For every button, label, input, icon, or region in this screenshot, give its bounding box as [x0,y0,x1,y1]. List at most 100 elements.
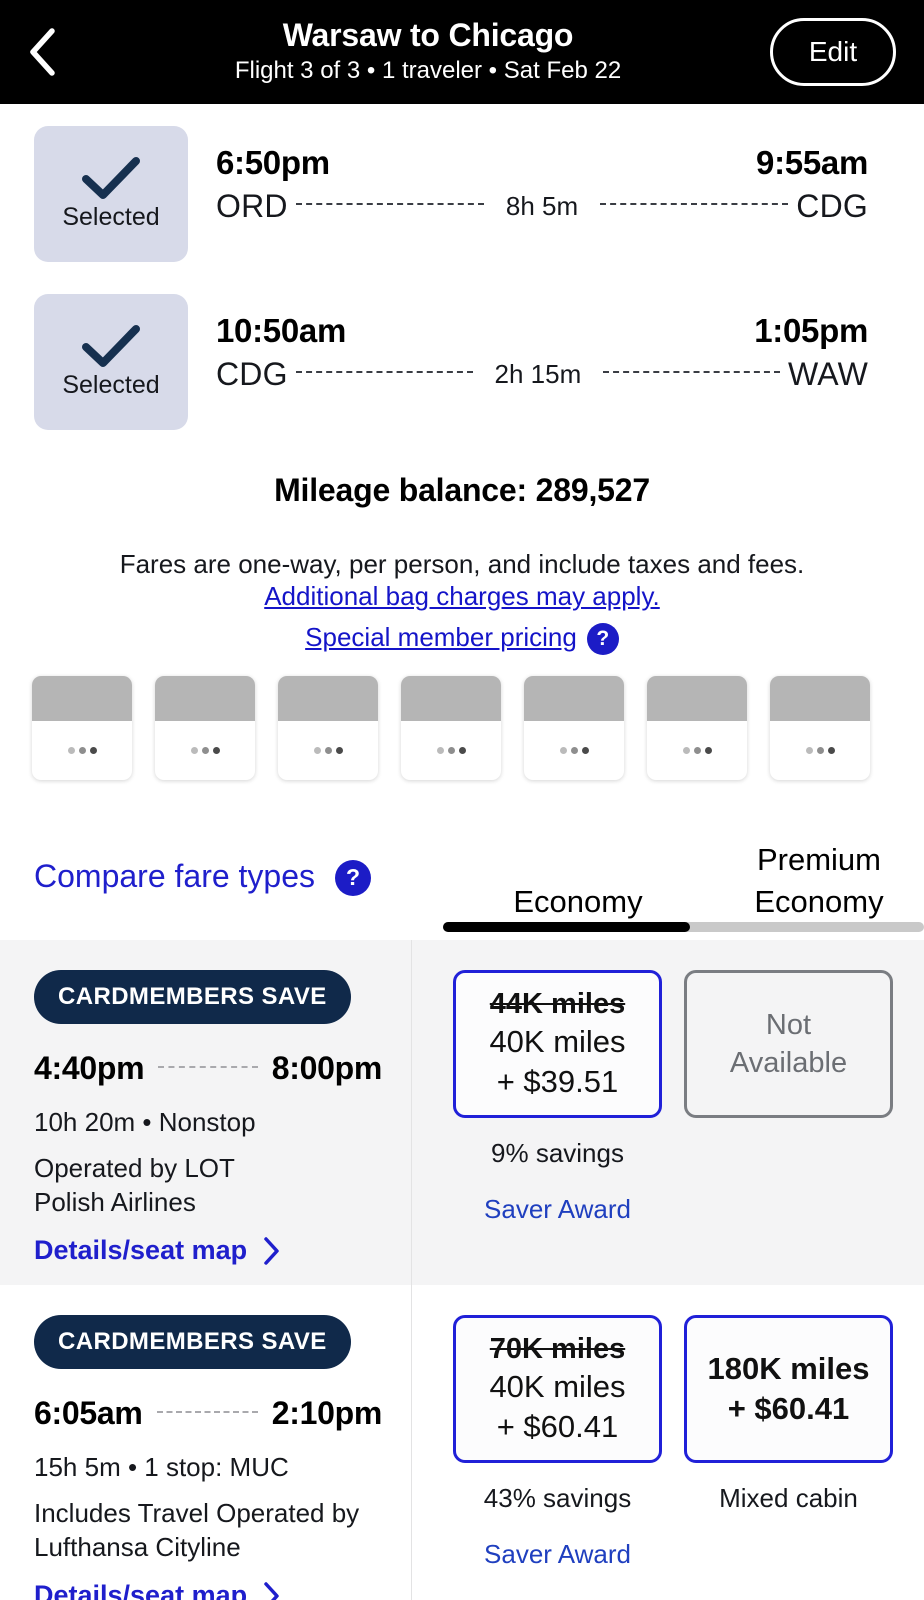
fare-option-premium-2: 180K miles + $60.41 Mixed cabin [684,1315,893,1600]
tab-premium-line2: Economy [754,884,884,919]
skeleton-dot [581,747,589,754]
skeleton-dot [805,747,813,754]
skeleton-top [155,676,255,721]
skeleton-dot [570,747,578,754]
flight-2-details-seat-map-link[interactable]: Details/seat map [34,1580,412,1600]
skeleton-card [278,676,378,780]
segment-2-depart-time: 10:50am [216,312,346,349]
fare-options-1: 44K miles 40K miles + $39.51 9% savings … [412,940,924,1285]
skeleton-dots [647,721,747,780]
price-original-economy-1: 44K miles [489,988,626,1020]
savings-economy-2: 43% savings [483,1483,632,1513]
skeleton-dot [704,747,712,754]
route-dash-right [600,202,789,205]
skeleton-dot [67,747,75,754]
price-cash-economy-1: + $39.51 [496,1064,619,1099]
price-miles-premium-2: 180K miles [707,1351,870,1386]
skeleton-card [155,676,255,780]
segment-2-arrive-time: 1:05pm [754,312,868,349]
skeleton-dot [190,747,198,754]
loading-skeleton-cards [32,676,912,780]
skeleton-dots [524,721,624,780]
flight-1-times: 4:40pm 8:00pm [34,1050,382,1087]
skeleton-dots [32,721,132,780]
chevron-left-icon [30,28,55,76]
segment-2-origin: CDG [216,356,288,392]
price-card-premium-2[interactable]: 180K miles + $60.41 [684,1315,893,1463]
skeleton-top [524,676,624,721]
flight-1-details-label: Details/seat map [34,1235,248,1265]
skeleton-dot [201,747,209,754]
fare-option-economy-2: 70K miles 40K miles + $60.41 43% savings… [453,1315,662,1600]
member-pricing-help-icon[interactable]: ? [586,623,619,655]
skeleton-dot [458,747,466,754]
segment-1-times: 6:50pm 9:55am [216,144,868,182]
selected-segment-2: Selected 10:50am 1:05pm CDG 2h 15m WAW [0,294,924,444]
segment-2-route: CDG 2h 15m WAW [216,356,868,393]
cardmembers-save-badge: CARDMEMBERS SAVE [34,970,351,1024]
member-pricing-wrap: Special member pricing ? [0,621,924,655]
segment-2-selected-chip[interactable]: Selected [34,294,188,430]
flight-1-details-seat-map-link[interactable]: Details/seat map [34,1235,412,1266]
tab-indicator-track[interactable] [443,922,924,932]
segment-1-selected-chip[interactable]: Selected [34,126,188,262]
skeleton-top [770,676,870,721]
segment-1-arrive-time: 9:55am [756,144,868,181]
chevron-right-icon [264,1581,279,1600]
special-member-pricing-link[interactable]: Special member pricing [305,621,577,653]
skeleton-card [770,676,870,780]
route-dash-left [295,370,473,373]
segment-1-selected-label: Selected [62,203,160,231]
flight-info-1: CARDMEMBERS SAVE 4:40pm 8:00pm 10h 20m •… [0,940,412,1285]
tab-premium-economy[interactable]: Premium Economy [703,839,924,923]
back-button[interactable] [0,0,86,104]
compare-help-icon[interactable]: ? [335,859,372,896]
segment-1-origin: ORD [216,188,288,224]
flight-1-depart-time: 4:40pm [34,1050,145,1086]
fare-options-2: 70K miles 40K miles + $60.41 43% savings… [412,1285,924,1600]
flight-2-depart-time: 6:05am [34,1395,143,1431]
skeleton-card [401,676,501,780]
fare-name-economy-1[interactable]: Saver Award [484,1194,631,1225]
skeleton-card [647,676,747,780]
fare-name-economy-2[interactable]: Saver Award [484,1539,631,1570]
segment-1-duration: 8h 5m [505,191,579,221]
fare-option-economy-1: 44K miles 40K miles + $39.51 9% savings … [453,970,662,1285]
flight-2-operator-line1: Includes Travel Operated by [34,1498,360,1528]
cardmembers-save-badge: CARDMEMBERS SAVE [34,1315,351,1369]
compare-fare-types-link[interactable]: Compare fare types ? [34,858,372,896]
flight-2-times: 6:05am 2:10pm [34,1395,382,1432]
flight-dash [156,1410,258,1413]
fares-disclaimer: Fares are one-way, per person, and inclu… [119,549,805,579]
price-card-economy-1[interactable]: 44K miles 40K miles + $39.51 [453,970,662,1118]
flight-search-screen: Warsaw to Chicago Flight 3 of 3 • 1 trav… [0,0,924,1600]
flight-dash [158,1065,258,1068]
skeleton-dot [682,747,690,754]
flight-2-details-label: Details/seat map [34,1580,248,1600]
check-icon [82,157,140,199]
flight-2-arrive-time: 2:10pm [271,1395,383,1431]
flight-2-operator-line2: Lufthansa Cityline [34,1532,241,1562]
skeleton-dots [770,721,870,780]
skeleton-top [32,676,132,721]
tab-indicator-active [443,922,690,932]
price-card-economy-2[interactable]: 70K miles 40K miles + $60.41 [453,1315,662,1463]
flight-2-operator: Includes Travel Operated by Lufthansa Ci… [34,1496,406,1564]
fare-row: CARDMEMBERS SAVE 4:40pm 8:00pm 10h 20m •… [0,940,924,1285]
segment-2-times: 10:50am 1:05pm [216,312,868,350]
savings-economy-1: 9% savings [491,1138,624,1168]
segment-1-body: 6:50pm 9:55am ORD 8h 5m CDG [216,126,868,225]
bag-charges-link[interactable]: Additional bag charges may apply. [264,581,660,611]
tab-economy[interactable]: Economy [453,881,703,923]
edit-button[interactable]: Edit [770,18,896,86]
skeleton-dot [89,747,97,754]
skeleton-card [32,676,132,780]
skeleton-dot [693,747,701,754]
skeleton-dot [827,747,835,754]
skeleton-dot [335,747,343,754]
segment-2-body: 10:50am 1:05pm CDG 2h 15m WAW [216,294,868,393]
segment-2-duration: 2h 15m [494,359,582,389]
skeleton-dots [155,721,255,780]
skeleton-dots [401,721,501,780]
route-dash-right [603,370,781,373]
